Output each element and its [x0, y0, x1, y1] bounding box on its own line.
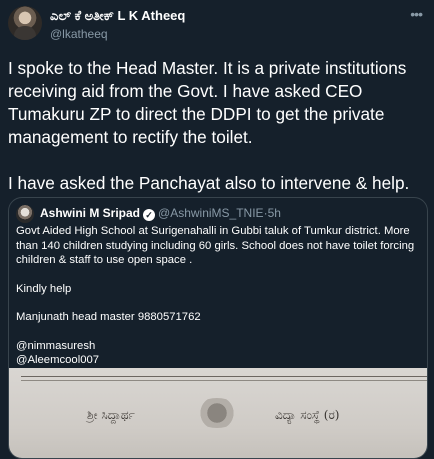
quoted-tweet-card[interactable]: Ashwini M Sripad ✓ @AshwiniMS_TNIE·5h Govt… [8, 197, 428, 459]
verified-badge-icon: ✓ [143, 209, 156, 221]
tweet-text: I spoke to the Head Master. It is a priv… [8, 57, 428, 218]
quoted-tweet-time[interactable]: 5h [268, 206, 281, 220]
avatar-head [19, 12, 31, 24]
seal-image [194, 398, 240, 428]
quoted-author-handle[interactable]: @AshwiniMS_TNIE [158, 206, 264, 220]
image-ruled-line [21, 376, 427, 377]
quoted-tweet-image[interactable]: ಶ್ರೀ ಸಿದ್ದಾರ್ಥ ವಿದ್ಯಾ ಸಂಸ್ಥೆ (ರ) [9, 368, 427, 458]
tweet-paragraph-1: I spoke to the Head Master. It is a priv… [8, 58, 407, 147]
quoted-text-paragraph: Govt Aided High School at Surigenahalli … [16, 225, 415, 266]
quoted-author-name[interactable]: Ashwini M Sripad [40, 206, 140, 220]
author-display-name[interactable]: ಎಲ್ ಕೆ ಅತೀಕ್ L K Atheeq [50, 8, 185, 24]
more-horizontal-icon[interactable]: ••• [410, 7, 423, 21]
mention-aleemcool007[interactable]: @Aleemcool007 [16, 353, 420, 368]
quoted-text-kindly-help: Kindly help [16, 282, 72, 295]
quoted-author-avatar[interactable] [16, 205, 34, 223]
image-ruled-line-2 [21, 380, 427, 381]
author-avatar[interactable] [8, 6, 42, 40]
quoted-tweet-body: Govt Aided High School at Surigenahalli … [16, 224, 420, 368]
image-text-right: ವಿದ್ಯಾ ಸಂಸ್ಥೆ (ರ) [275, 408, 340, 422]
image-text-left: ಶ್ರೀ ಸಿದ್ದಾರ್ಥ [87, 408, 135, 422]
mention-nimmasuresh[interactable]: @nimmasuresh [16, 339, 420, 354]
author-handle[interactable]: @lkatheeq [50, 27, 108, 41]
quoted-tweet-header: Ashwini M Sripad ✓ @AshwiniMS_TNIE·5h [40, 206, 281, 221]
avatar-body [14, 26, 36, 40]
tweet-paragraph-2: I have asked the Panchayat also to inter… [8, 173, 410, 193]
quoted-text-contact: Manjunath head master 9880571762 [16, 311, 201, 323]
